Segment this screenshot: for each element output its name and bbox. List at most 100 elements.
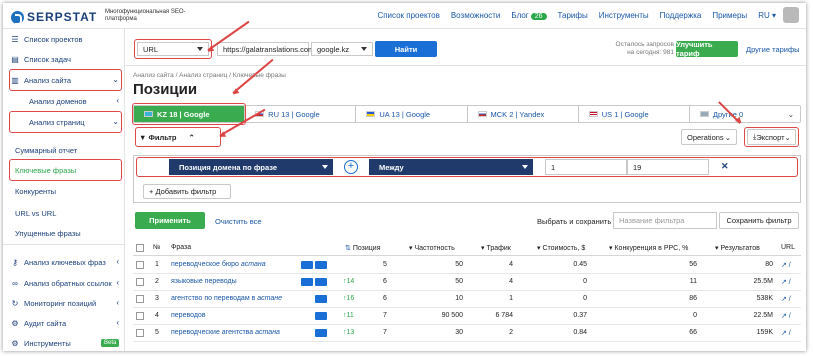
serp-icon[interactable] [301,261,313,269]
close-icon[interactable]: ✕ [721,161,729,172]
col-competition[interactable]: ▾ Конкуренция в PPC, % [609,244,688,252]
more-icon[interactable] [315,278,327,286]
tab-ru-google[interactable]: RU 13 | Google [245,106,357,122]
col-phrase[interactable]: Фраза [171,244,191,251]
chevron-left-icon[interactable]: ‹ [116,96,119,105]
table-row: 1 переводческое бюро астана 5 50 4 0.45 … [133,257,801,274]
nav-examples[interactable]: Примеры [712,11,747,20]
sidebar-sub-competitors[interactable]: Конкуренты [15,187,56,196]
table-row: 3 агентство по переводам в астане ↑16 6 … [133,291,801,308]
sidebar-item-audit[interactable]: ⚙ Аудит сайта [11,319,66,328]
add-condition-icon[interactable]: + [344,160,358,174]
find-button[interactable]: Найти [375,41,437,57]
row-traffic: 4 [509,278,513,285]
select-all-checkbox[interactable] [136,244,144,252]
nav-blog[interactable]: Блог 26 [511,11,547,20]
sidebar-sub-pages[interactable]: Анализ страниц [29,118,85,127]
filter-field-select[interactable]: Позиция домена по фразе [169,159,333,175]
filter-field-value: Позиция домена по фразе [179,162,278,172]
external-link-icon[interactable]: ↗ / [781,312,791,320]
col-cost[interactable]: ▾ Стоимость, $ [537,244,585,252]
row-phrase[interactable]: языковые переводы [171,278,237,285]
sidebar-sub-domains[interactable]: Анализ доменов [29,97,87,106]
filter-to-input[interactable]: 19 [627,159,709,175]
row-phrase[interactable]: переводческие агентства астана [171,329,280,336]
row-checkbox[interactable] [136,329,144,337]
nav-tools[interactable]: Инструменты [599,11,649,20]
phrase-text: языковые переводы [171,278,237,285]
sidebar-item-backlinks[interactable]: ∞ Анализ обратных ссылок [11,279,112,288]
sidebar-sub-summary[interactable]: Суммарный отчет [15,146,77,155]
filter-operator-select[interactable]: Между [369,159,533,175]
upgrade-button[interactable]: Улучшить тариф [676,40,738,58]
clear-all-link[interactable]: Очистить все [215,217,262,226]
nav-features[interactable]: Возможности [451,11,501,20]
operations-label: Operations [687,132,724,142]
nav-pricing[interactable]: Тарифы [558,11,588,20]
tab-other[interactable]: Другие 0 ⌄ [690,106,800,122]
sidebar-item-site-analysis[interactable]: ▥ Анализ сайта [11,76,71,85]
chevron-left-icon[interactable]: ‹ [116,257,119,266]
search-input[interactable]: https://galatranslations.com [217,42,314,56]
chevron-down-icon[interactable]: ⌄ [112,117,119,126]
sidebar-item-keyword-analysis[interactable]: ⚷ Анализ ключевых фраз [11,258,106,267]
sidebar-sub-missed[interactable]: Упущенные фразы [15,229,81,238]
external-link-icon[interactable]: ↗ / [781,261,791,269]
add-filter-button[interactable]: + Добавить фильтр [143,184,231,199]
main-content: URL https://galatranslations.com google.… [125,21,806,351]
sidebar-item-tools[interactable]: ⚙ Инструменты [11,339,70,348]
export-button[interactable]: ⤓ Экспорт ⌄ [747,129,796,145]
row-phrase[interactable]: переводов [171,312,206,319]
col-traffic[interactable]: ▾ Трафик [481,244,511,252]
row-checkbox[interactable] [136,278,144,286]
save-filter-button[interactable]: Сохранить фильтр [719,212,799,229]
row-phrase[interactable]: переводческое бюро астана [171,261,266,268]
tab-ua-google[interactable]: UA 13 | Google [356,106,468,122]
sidebar-item-label: Мониторинг позиций [24,299,97,308]
more-icon[interactable] [315,295,327,303]
logo[interactable]: SERPSTAT [11,10,98,25]
filter-name-input[interactable]: Название фильтра [613,212,717,229]
filter-from-input[interactable]: 1 [545,159,627,175]
row-phrase[interactable]: агентство по переводам в астане [171,295,282,302]
chevron-down-icon[interactable]: ⌄ [112,75,119,84]
apply-button[interactable]: Применить [135,212,205,229]
language-select[interactable]: RU ▾ [758,11,776,20]
filter-toggle[interactable]: ▼ Фильтр ⌃ [139,133,195,142]
col-frequency[interactable]: ▾ Частотность [409,244,455,252]
video-icon[interactable] [301,278,313,286]
sidebar-item-projects[interactable]: ☰ Список проектов [11,35,82,44]
sidebar-item-rank-tracker[interactable]: ↻ Мониторинг позиций [11,299,97,308]
tab-msk-yandex[interactable]: MCK 2 | Yandex [468,106,579,122]
row-checkbox[interactable] [136,312,144,320]
col-results[interactable]: ▾ Результатов [715,244,760,252]
chevron-left-icon[interactable]: ‹ [116,298,119,307]
external-link-icon[interactable]: ↗ / [781,295,791,303]
serp-icon[interactable] [315,312,327,320]
tab-label: MCK 2 | Yandex [490,109,545,119]
external-link-icon[interactable]: ↗ / [781,278,791,286]
chevron-up-icon: ⌃ [188,133,195,142]
row-checkbox[interactable] [136,261,144,269]
sidebar-sub-keywords[interactable]: Ключевые фразы [15,166,76,175]
operations-button[interactable]: Operations ⌄ [681,129,737,145]
nav-projects[interactable]: Список проектов [377,11,439,20]
search-type-select[interactable]: URL [137,42,209,56]
logo-text: SERPSTAT [27,10,98,24]
engine-select[interactable]: google.kz [311,42,373,56]
col-position[interactable]: ⇅ Позиция [345,244,381,252]
external-link-icon[interactable]: ↗ / [781,329,791,337]
more-icon[interactable] [315,261,327,269]
row-checkbox[interactable] [136,295,144,303]
sidebar-item-tasks[interactable]: ▤ Список задач [11,55,71,64]
row-number: 4 [155,312,159,319]
sidebar-sub-url-vs-url[interactable]: URL vs URL [15,209,56,218]
chevron-left-icon[interactable]: ‹ [116,318,119,327]
tab-us-google[interactable]: US 1 | Google [579,106,690,122]
other-plans-link[interactable]: Другие тарифы [746,45,800,54]
serp-icon[interactable] [315,329,327,337]
nav-support[interactable]: Поддержка [660,11,702,20]
chevron-left-icon[interactable]: ‹ [116,278,119,287]
avatar[interactable] [783,7,799,23]
page-title: Позиции [133,81,198,98]
